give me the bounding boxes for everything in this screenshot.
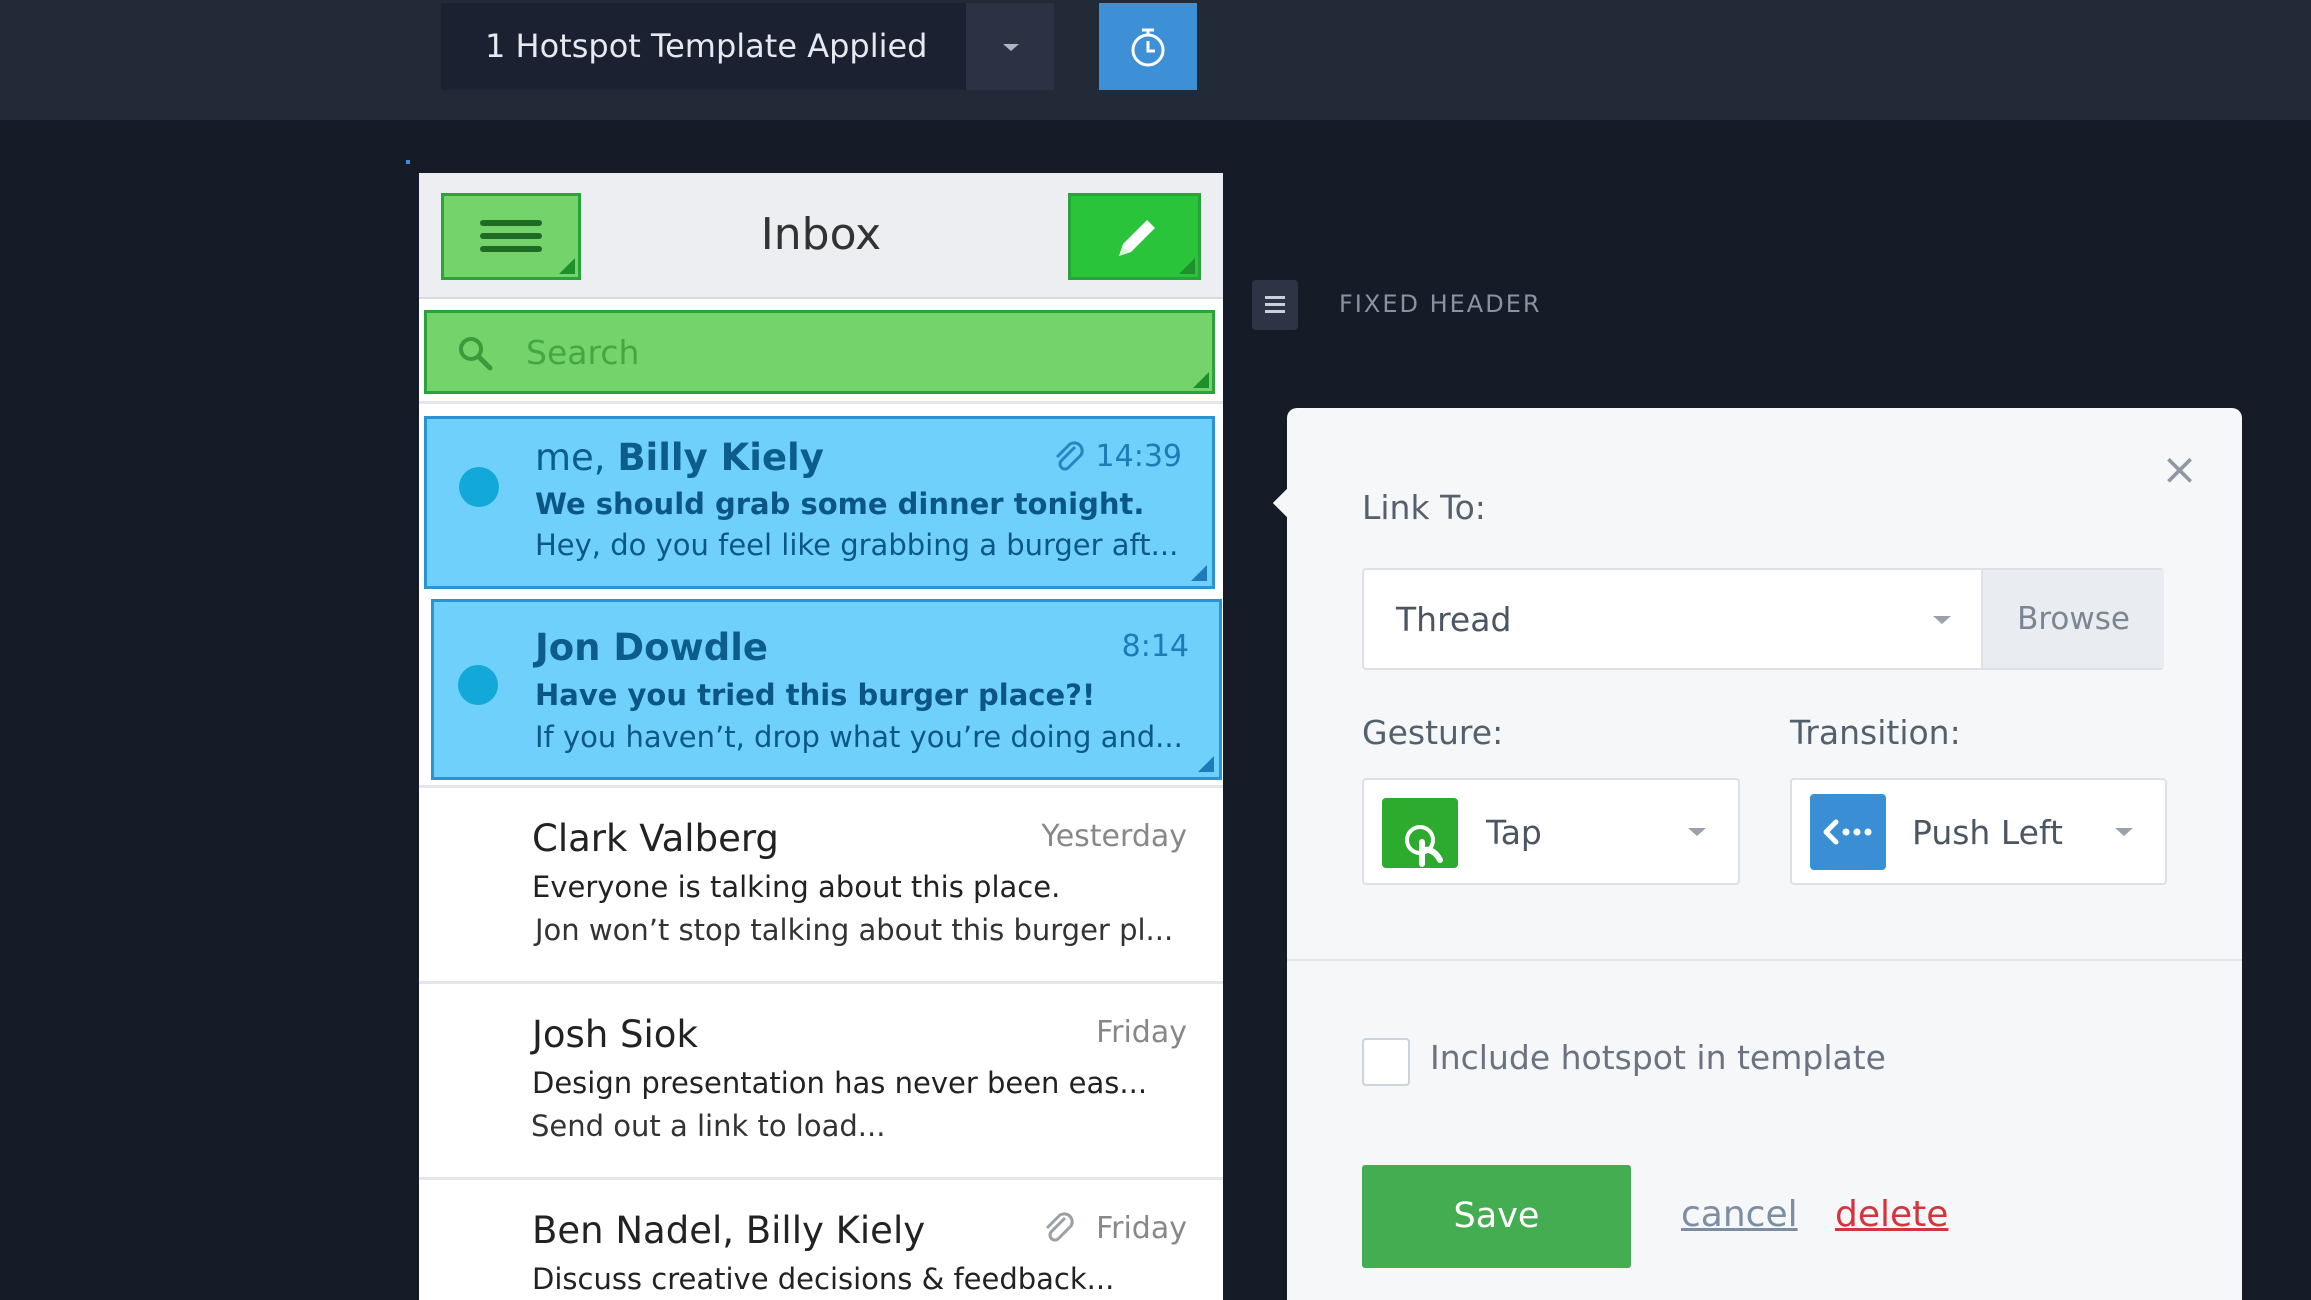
save-button[interactable]: Save xyxy=(1362,1165,1631,1268)
message-time: Friday xyxy=(1096,1211,1187,1246)
link-to-value: Thread xyxy=(1396,600,1512,639)
phone-screen: Inbox Search me, Billy Kiely 14:39 We sh… xyxy=(419,173,1223,1300)
tap-gesture-icon xyxy=(1382,798,1458,868)
timer-button[interactable] xyxy=(1099,3,1197,90)
chevron-down-icon xyxy=(1688,828,1706,836)
unread-dot xyxy=(458,665,498,705)
pencil-icon xyxy=(1119,220,1155,256)
hotspot-resize-handle[interactable] xyxy=(1198,756,1214,772)
browse-button[interactable]: Browse xyxy=(1981,570,2164,668)
hotspot-search-bar[interactable]: Search xyxy=(424,310,1215,394)
message-subject: Have you tried this burger place?! xyxy=(535,678,1096,712)
stopwatch-icon xyxy=(1131,28,1165,67)
transition-value: Push Left xyxy=(1912,813,2063,852)
message-preview: Send out a link to load... xyxy=(531,1109,886,1143)
top-toolbar: 1 Hotspot Template Applied xyxy=(0,0,2311,120)
sender-name: Billy Kiely xyxy=(617,436,824,479)
unread-dot xyxy=(459,467,499,507)
link-to-select[interactable]: Thread Browse xyxy=(1362,568,2164,670)
divider xyxy=(419,401,1223,404)
hotspot-message-row[interactable]: Jon Dowdle 8:14 Have you tried this burg… xyxy=(431,599,1222,780)
cancel-link[interactable]: cancel xyxy=(1681,1194,1798,1235)
message-time: Yesterday xyxy=(1041,819,1187,854)
sender-prefix: me, xyxy=(535,436,618,479)
message-subject: Design presentation has never been eas..… xyxy=(532,1066,1148,1100)
message-time: 14:39 xyxy=(1095,439,1182,474)
gesture-select[interactable]: Tap xyxy=(1362,778,1740,885)
hotspot-template-label: 1 Hotspot Template Applied xyxy=(485,27,928,65)
message-row[interactable]: Clark Valberg Yesterday Everyone is talk… xyxy=(419,788,1223,983)
canvas-marker xyxy=(406,160,410,164)
message-row[interactable]: Josh Siok Friday Design presentation has… xyxy=(419,984,1223,1179)
message-sender: me, Billy Kiely xyxy=(535,436,824,479)
delete-link[interactable]: delete xyxy=(1835,1194,1948,1235)
message-sender: Josh Siok xyxy=(532,1013,698,1056)
message-preview: If you haven’t, drop what you’re doing a… xyxy=(535,720,1183,754)
message-sender: Ben Nadel, Billy Kiely xyxy=(532,1209,926,1252)
menu-bar xyxy=(1265,296,1285,299)
transition-label: Transition: xyxy=(1790,713,1961,752)
chevron-down-icon xyxy=(1933,616,1951,624)
menu-bar xyxy=(1265,303,1285,306)
hotspot-resize-handle[interactable] xyxy=(1179,258,1195,274)
tap-gesture-icon-glyph xyxy=(1405,825,1443,867)
hotspot-resize-handle[interactable] xyxy=(1191,565,1207,581)
message-time: 8:14 xyxy=(1121,629,1189,664)
inbox-header: Inbox xyxy=(419,173,1223,299)
paperclip-icon xyxy=(1045,1212,1074,1242)
message-sender: Jon Dowdle xyxy=(535,626,768,669)
hotspot-message-row[interactable]: me, Billy Kiely 14:39 We should grab som… xyxy=(424,416,1215,589)
message-sender: Clark Valberg xyxy=(532,817,779,860)
paperclip-icon xyxy=(1055,441,1084,471)
hotspot-compose-button[interactable] xyxy=(1068,193,1201,280)
include-hotspot-checkbox[interactable] xyxy=(1362,1038,1410,1086)
message-row[interactable]: Ben Nadel, Billy Kiely Friday Discuss cr… xyxy=(419,1180,1223,1300)
search-icon xyxy=(459,337,493,371)
gesture-value: Tap xyxy=(1486,813,1542,852)
push-left-icon-glyph xyxy=(1823,819,1872,845)
hotspot-resize-handle[interactable] xyxy=(1193,372,1209,388)
fixed-header-label: FIXED HEADER xyxy=(1339,290,1542,318)
panel-divider xyxy=(1287,959,2242,961)
message-subject: Discuss creative decisions & feedback... xyxy=(532,1262,1115,1296)
message-preview: Jon won’t stop talking about this burger… xyxy=(535,913,1174,947)
panel-pointer xyxy=(1272,488,1302,518)
transition-select[interactable]: Push Left xyxy=(1790,778,2167,885)
gesture-label: Gesture: xyxy=(1362,713,1504,752)
hotspot-resize-handle[interactable] xyxy=(559,258,575,274)
link-to-label: Link To: xyxy=(1362,488,1486,527)
menu-bar xyxy=(1265,310,1285,313)
message-subject: Everyone is talking about this place. xyxy=(532,870,1061,904)
fixed-header-menu-icon[interactable] xyxy=(1252,280,1298,330)
message-time: Friday xyxy=(1096,1015,1187,1050)
hotspot-link-panel: × Link To: Thread Browse Gesture: Tap Tr… xyxy=(1272,408,2242,1300)
message-subject: We should grab some dinner tonight. xyxy=(535,487,1145,521)
close-icon[interactable]: × xyxy=(2161,448,2198,492)
push-left-icon xyxy=(1810,794,1886,870)
hotspot-template-dropdown[interactable]: 1 Hotspot Template Applied xyxy=(441,3,1054,90)
include-hotspot-label[interactable]: Include hotspot in template xyxy=(1430,1038,1886,1077)
search-placeholder: Search xyxy=(526,333,640,372)
chevron-down-icon[interactable] xyxy=(966,3,1054,90)
chevron-down-icon xyxy=(2115,828,2133,836)
message-preview: Hey, do you feel like grabbing a burger … xyxy=(535,528,1179,562)
